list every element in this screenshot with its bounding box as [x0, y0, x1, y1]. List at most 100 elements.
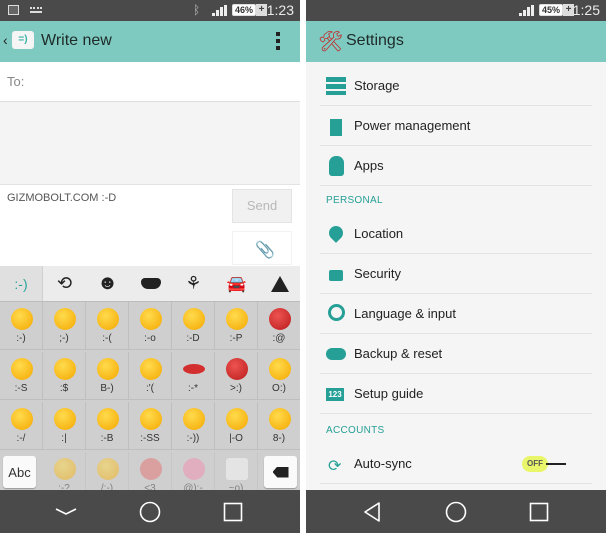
- emoji-icon: [54, 358, 76, 380]
- settings-item-security[interactable]: Security: [320, 254, 592, 294]
- status-bar: 45% + 1:25: [306, 0, 606, 21]
- emoji-label: :-S: [14, 383, 28, 394]
- abc-keyboard-button[interactable]: Abc: [3, 456, 36, 488]
- messaging-screen: ᛒ 46% + 1:23 ‹ =) Write new To: GIZMOBOL…: [0, 0, 300, 533]
- image-icon: [8, 5, 19, 15]
- emoji-key[interactable]: :-): [0, 302, 43, 350]
- settings-item-language[interactable]: Language & input: [320, 294, 592, 334]
- emoji-key[interactable]: :@: [258, 302, 300, 350]
- emoji-key[interactable]: :'(: [129, 352, 172, 400]
- backspace-button[interactable]: [264, 456, 297, 488]
- emoji-label: ;-): [59, 333, 69, 344]
- tab-nature[interactable]: ⚘: [172, 266, 215, 301]
- emoji-icon: [183, 458, 205, 480]
- conversation-area: [0, 102, 300, 185]
- emoji-key[interactable]: :-*: [172, 352, 215, 400]
- emoji-icon: [11, 308, 33, 330]
- emoji-key[interactable]: |-O: [215, 402, 258, 450]
- settings-item-power[interactable]: Power management: [320, 106, 592, 146]
- settings-item-backup[interactable]: Backup & reset: [320, 334, 592, 374]
- bluetooth-icon: ᛒ: [193, 3, 201, 17]
- emoji-label: >:): [230, 383, 242, 394]
- back-icon[interactable]: [360, 500, 384, 524]
- setup-123-icon: 123: [326, 388, 344, 401]
- send-button[interactable]: Send: [232, 189, 292, 223]
- emoji-grid: :-) ;-) :-( :-o :-D :-P :@ :-S :$ B-) :'( :-* >:) O:)…: [0, 302, 300, 500]
- emoji-label: :-D: [186, 333, 200, 344]
- charging-icon: +: [256, 4, 267, 16]
- smiley-icon: ☻: [96, 272, 119, 294]
- emoji-icon: [11, 358, 33, 380]
- tab-recent[interactable]: ⟲: [43, 266, 86, 301]
- keyboard-icon: [30, 7, 42, 13]
- tab-symbols[interactable]: [258, 266, 300, 301]
- settings-item-apps[interactable]: Apps: [320, 146, 592, 186]
- emoji-key[interactable]: :-B: [86, 402, 129, 450]
- emoji-key[interactable]: B-): [86, 352, 129, 400]
- settings-item-setup-guide[interactable]: 123 Setup guide: [320, 374, 592, 414]
- back-icon[interactable]: ‹: [3, 32, 8, 48]
- attach-button[interactable]: 📎: [232, 231, 292, 265]
- emoji-key[interactable]: ;-): [43, 302, 86, 350]
- emoji-icon: [97, 458, 119, 480]
- emoji-key[interactable]: :-/: [0, 402, 43, 450]
- emoji-label: O:): [272, 383, 286, 394]
- emoji-key[interactable]: :$: [43, 352, 86, 400]
- android-icon: [329, 156, 344, 176]
- emoji-key[interactable]: >:): [215, 352, 258, 400]
- gamepad-icon: [140, 278, 161, 289]
- location-pin-icon: [326, 223, 346, 243]
- emoji-label: :-): [16, 333, 26, 344]
- settings-item-storage[interactable]: Storage: [320, 66, 592, 106]
- emoji-key[interactable]: :|: [43, 402, 86, 450]
- recipient-field[interactable]: To:: [0, 62, 300, 102]
- emoji-icon: [226, 408, 248, 430]
- emoji-label: :-o: [144, 333, 156, 344]
- home-icon[interactable]: [444, 500, 468, 524]
- home-icon[interactable]: [138, 500, 162, 524]
- section-header-personal: PERSONAL: [326, 195, 383, 206]
- autosync-toggle[interactable]: OFF: [522, 454, 572, 474]
- emoji-key[interactable]: 8-): [258, 402, 300, 450]
- emoji-key[interactable]: O:): [258, 352, 300, 400]
- navigation-bar: [306, 490, 606, 533]
- emoji-label: :'(: [145, 383, 155, 394]
- tab-smileys[interactable]: ☻: [86, 266, 129, 301]
- battery-level: 45%: [539, 4, 564, 16]
- tab-text-smileys[interactable]: :-): [0, 266, 43, 301]
- emoji-key[interactable]: :-(: [86, 302, 129, 350]
- emoji-key[interactable]: :-P: [215, 302, 258, 350]
- clock: 1:25: [572, 2, 600, 18]
- emoji-key[interactable]: :-SS: [129, 402, 172, 450]
- page-title: Write new: [41, 32, 112, 49]
- emoji-label: 8-): [272, 433, 286, 444]
- emoji-icon: [54, 308, 76, 330]
- emoji-key[interactable]: :-D: [172, 302, 215, 350]
- emoji-key[interactable]: :-)): [172, 402, 215, 450]
- message-input[interactable]: GIZMOBOLT.COM :-D: [7, 192, 116, 204]
- settings-item-autosync[interactable]: ⟳ Auto-sync OFF: [320, 444, 592, 484]
- emoji-icon: [226, 458, 248, 480]
- recents-icon[interactable]: [527, 500, 551, 524]
- navigation-bar: [0, 490, 300, 533]
- tools-icon: 🛠: [318, 31, 344, 53]
- emoji-key[interactable]: :-o: [129, 302, 172, 350]
- emoji-label: :-)): [186, 433, 200, 444]
- emoji-key[interactable]: :-S: [0, 352, 43, 400]
- storage-icon: [326, 77, 346, 95]
- to-label: To:: [7, 74, 25, 89]
- battery-level: 46%: [232, 4, 257, 16]
- globe-icon: [328, 304, 345, 321]
- hide-keyboard-icon[interactable]: [54, 500, 78, 524]
- clock: 1:23: [266, 2, 294, 18]
- emoji-icon: [269, 358, 291, 380]
- tab-transport[interactable]: 🚘: [215, 266, 258, 301]
- settings-item-location[interactable]: Location: [320, 214, 592, 254]
- emoji-label: :-P: [229, 333, 243, 344]
- overflow-menu-icon[interactable]: [276, 32, 280, 50]
- emoji-label: :@: [272, 333, 286, 344]
- recents-icon[interactable]: [221, 500, 245, 524]
- emoji-label: :$: [59, 383, 69, 394]
- tab-games[interactable]: [129, 266, 172, 301]
- emoji-icon: [226, 308, 248, 330]
